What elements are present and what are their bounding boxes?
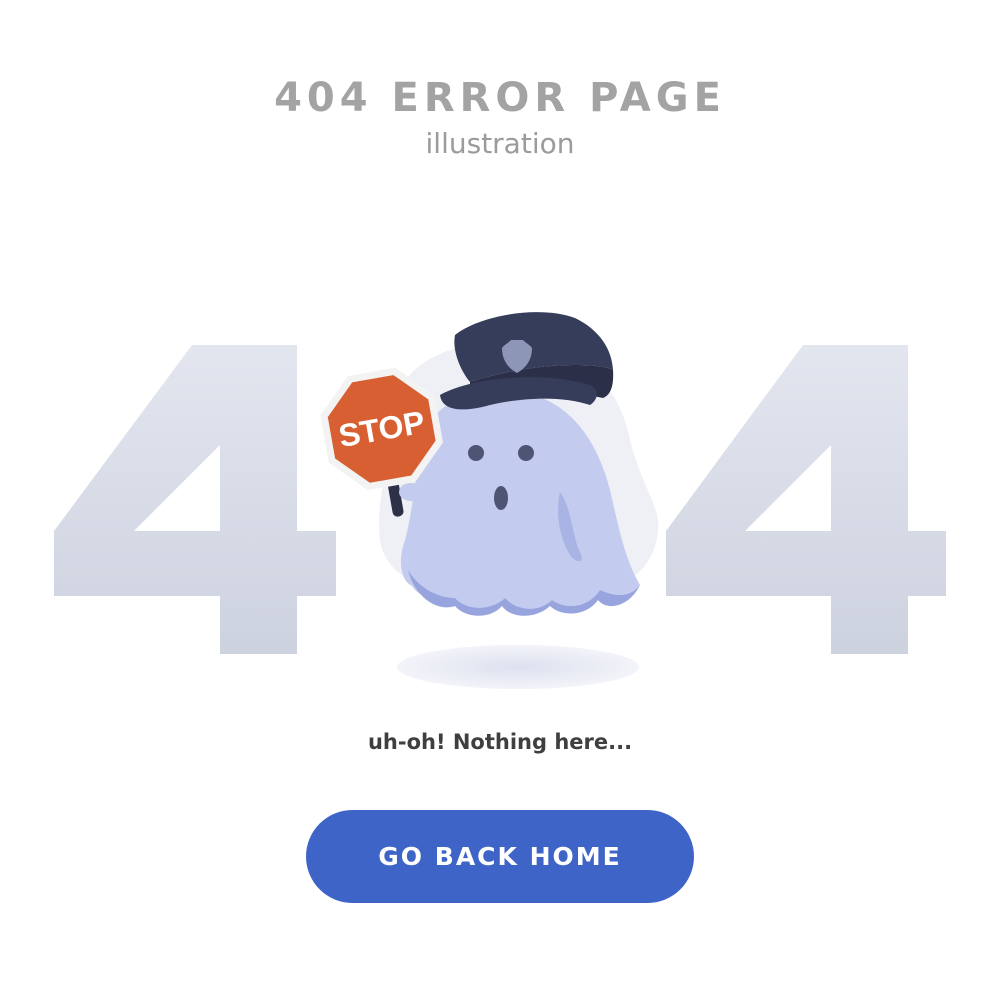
ghost-eye-left bbox=[468, 445, 484, 461]
ghost-eye-right bbox=[518, 445, 534, 461]
error-illustration: STOP bbox=[54, 312, 946, 689]
digit-four-left bbox=[54, 345, 336, 654]
page-subtitle: illustration bbox=[425, 127, 575, 160]
ghost-shadow bbox=[397, 645, 639, 689]
go-back-home-button[interactable]: GO BACK HOME bbox=[306, 810, 694, 903]
police-cap bbox=[440, 312, 614, 410]
digit-four-right bbox=[666, 345, 946, 654]
ghost-mouth bbox=[494, 486, 508, 510]
not-found-message: uh-oh! Nothing here... bbox=[367, 730, 633, 754]
ghost-hand bbox=[399, 483, 423, 501]
page-title: 404 ERROR PAGE bbox=[274, 75, 726, 121]
